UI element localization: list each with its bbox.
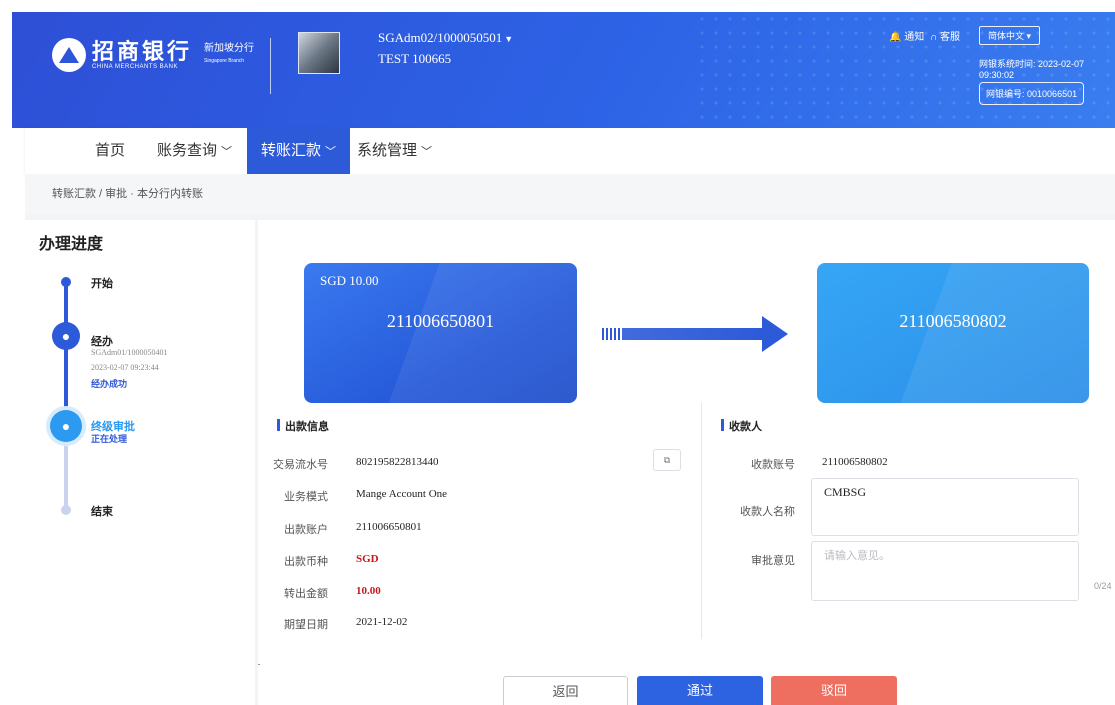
user-name: TEST 100665 bbox=[378, 51, 452, 66]
payee-account-label: 收款账号 bbox=[751, 459, 795, 471]
notice-link[interactable]: 🔔 通知 bbox=[889, 28, 924, 43]
chevron-down-icon: ﹀ bbox=[325, 146, 337, 158]
step-approve-user-icon: ● bbox=[50, 410, 82, 442]
from-account-number: 211006650801 bbox=[386, 311, 495, 331]
nav-transfer[interactable]: 转账汇款 ﹀ bbox=[247, 128, 351, 174]
step-end-dot bbox=[61, 505, 71, 515]
header-divider bbox=[270, 38, 271, 94]
copy-icon: ⧉ bbox=[663, 455, 671, 465]
payee-name-label: 收款人名称 bbox=[740, 506, 795, 518]
chevron-down-icon: ﹀ bbox=[221, 146, 233, 158]
to-account-number: 211006580802 bbox=[899, 311, 1007, 331]
field-label: 业务模式 bbox=[284, 491, 328, 503]
service-label: 客服 bbox=[939, 32, 960, 43]
progress-title: 办理进度 bbox=[39, 236, 104, 253]
field-label: 转出金额 bbox=[284, 588, 328, 600]
payer-currency: SGD bbox=[356, 553, 379, 565]
brand-name-cn: 招商银行 bbox=[92, 39, 193, 65]
step-start-dot bbox=[61, 277, 71, 287]
branch-name-cn: 新加坡分行 bbox=[204, 43, 255, 54]
step-handle-operator: SGAdm01/1000050401 bbox=[91, 348, 168, 357]
nav-transfer-label: 转账汇款 bbox=[261, 142, 322, 159]
step-approve-status: 正在处理 bbox=[91, 434, 128, 444]
bank-logo-icon bbox=[52, 38, 86, 72]
breadcrumb: 转账汇款 / 审批 · 本分行内转账 bbox=[25, 174, 1115, 214]
from-account-card: SGD 10.00 211006650801 bbox=[304, 263, 577, 403]
caret-down-icon: ▼ bbox=[504, 34, 514, 44]
step-end-title: 结束 bbox=[91, 506, 113, 518]
bell-icon: 🔔 bbox=[889, 32, 902, 43]
user-id: SGAdm02/1000050501 bbox=[378, 30, 503, 45]
section-divider bbox=[701, 403, 702, 639]
netbank-id-label: 网银编号: bbox=[986, 89, 1025, 99]
payer-section-title: 出款信息 bbox=[277, 418, 329, 434]
main-nav: 首页 账务查询 ﹀ 转账汇款 ﹀ 系统管理 ﹀ bbox=[25, 128, 1115, 174]
user-menu[interactable]: SGAdm02/1000050501 ▼ TEST 100665 bbox=[378, 28, 513, 68]
step-start-title: 开始 bbox=[91, 278, 113, 290]
service-link[interactable]: ∩ 客服 bbox=[930, 28, 960, 43]
payee-section-title: 收款人 bbox=[721, 418, 762, 434]
caret-down-icon: ▾ bbox=[1026, 31, 1032, 41]
system-time-label: 网银系统时间: bbox=[979, 59, 1036, 69]
netbank-id-badge: 网银编号: 0010066501 bbox=[979, 82, 1085, 105]
decor-tick bbox=[258, 664, 260, 665]
step-handle-status: 经办成功 bbox=[91, 379, 128, 389]
header-tools: 🔔 通知 ∩ 客服 简体中文 ▾ 网银系统时间: 2023-02-07 09:3… bbox=[695, 26, 1115, 112]
progress-panel: 办理进度 bbox=[25, 220, 255, 705]
field-label: 期望日期 bbox=[284, 619, 328, 631]
nav-system-label: 系统管理 bbox=[357, 142, 418, 159]
system-time: 网银系统时间: 2023-02-07 09:30:02 bbox=[979, 57, 1115, 80]
back-button[interactable]: 返回 bbox=[503, 676, 628, 705]
opinion-textarea[interactable]: 请输入意见。 bbox=[811, 541, 1079, 601]
to-account-card: 211006580802 bbox=[817, 263, 1089, 403]
transfer-amount: 10.00 bbox=[356, 585, 381, 597]
payee-name-value: CMBSG bbox=[824, 485, 867, 499]
progress-track-done bbox=[64, 282, 68, 422]
opinion-char-counter: 0/24 bbox=[1094, 581, 1112, 591]
transaction-serial: 802195822813440 bbox=[356, 456, 439, 468]
field-label: 交易流水号 bbox=[273, 459, 328, 471]
payee-account-value: 211006580802 bbox=[822, 456, 888, 468]
branch-name-en: Singapore Branch bbox=[204, 58, 245, 64]
user-avatar[interactable] bbox=[298, 32, 340, 74]
step-handle-user-icon: ● bbox=[52, 322, 80, 350]
opinion-label: 审批意见 bbox=[751, 555, 795, 567]
language-value: 简体中文 bbox=[988, 31, 1025, 41]
nav-home[interactable]: 首页 bbox=[95, 128, 125, 174]
payee-name-box: CMBSG bbox=[811, 478, 1079, 536]
business-mode: Mange Account One bbox=[356, 488, 448, 500]
step-handle-time: 2023-02-07 09:23:44 bbox=[91, 363, 159, 372]
notice-label: 通知 bbox=[904, 32, 925, 43]
payer-account: 211006650801 bbox=[356, 521, 422, 533]
netbank-id-value: 0010066501 bbox=[1027, 89, 1078, 99]
field-label: 出款币种 bbox=[284, 556, 328, 568]
headset-icon: ∩ bbox=[930, 32, 938, 43]
from-currency-amount: SGD 10.00 bbox=[320, 273, 379, 288]
approve-button[interactable]: 通过 bbox=[637, 676, 763, 705]
expected-date: 2021-12-02 bbox=[356, 616, 408, 628]
transfer-arrow-icon bbox=[602, 316, 788, 352]
language-select[interactable]: 简体中文 ▾ bbox=[979, 26, 1041, 45]
opinion-placeholder: 请输入意见。 bbox=[824, 550, 890, 562]
reject-button[interactable]: 驳回 bbox=[771, 676, 897, 705]
nav-account-query[interactable]: 账务查询 ﹀ bbox=[157, 128, 232, 174]
nav-home-label: 首页 bbox=[95, 142, 126, 159]
bank-logo[interactable]: 招商银行 CHINA MERCHANTS BANK 新加坡分行 Singapor… bbox=[52, 38, 254, 72]
chevron-down-icon: ﹀ bbox=[421, 146, 433, 158]
field-label: 出款账户 bbox=[284, 524, 328, 536]
nav-system[interactable]: 系统管理 ﹀ bbox=[357, 128, 432, 174]
nav-account-query-label: 账务查询 bbox=[157, 142, 218, 159]
brand-name-en: CHINA MERCHANTS BANK bbox=[92, 64, 179, 70]
copy-button[interactable]: ⧉ bbox=[653, 449, 681, 471]
